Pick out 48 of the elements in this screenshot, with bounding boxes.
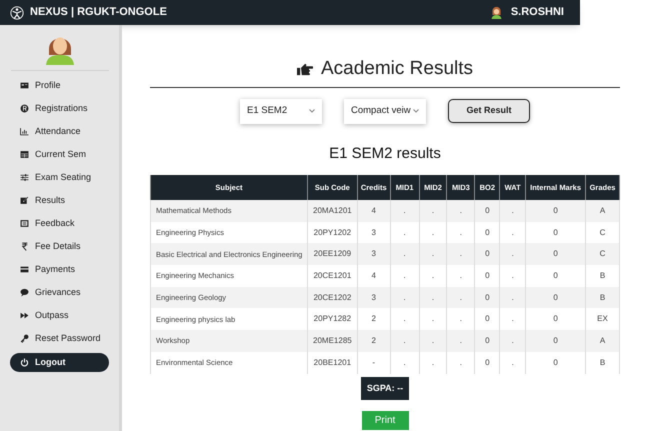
chart-icon	[20, 127, 29, 136]
edit-icon	[20, 196, 29, 205]
comment-icon	[20, 288, 29, 297]
caret-icon	[413, 109, 419, 113]
table-cell: .	[500, 352, 526, 374]
power-icon	[20, 358, 29, 367]
table-cell: 0	[474, 352, 500, 374]
get-result-button[interactable]: Get Result	[448, 99, 530, 123]
user-avatar-icon	[490, 6, 503, 19]
table-cell: .	[419, 352, 447, 374]
pointing-hand-icon	[296, 62, 313, 76]
table-cell: .	[446, 352, 475, 374]
sidebar-item[interactable]: Grievances	[10, 281, 109, 304]
table-cell: .	[390, 352, 420, 374]
sidebar-item[interactable]: Feedback	[10, 212, 109, 235]
registered-icon	[20, 104, 29, 113]
logo-icon	[10, 6, 24, 20]
brand-title: NEXUS | RGUKT-ONGOLE	[30, 5, 167, 20]
view-dropdown[interactable]: Compact veiw	[344, 98, 426, 124]
table-icon	[20, 150, 29, 159]
caret-icon	[309, 109, 315, 113]
rupee-icon	[20, 242, 29, 251]
list-icon	[20, 219, 29, 228]
id-card-icon	[20, 81, 29, 90]
page-title: Academic Results	[320, 57, 474, 81]
table-cell: -	[357, 352, 390, 374]
results-heading: E1 SEM2 results	[329, 144, 441, 164]
sidebar-item[interactable]: Logout	[10, 353, 109, 372]
sidebar-item[interactable]: Outpass	[10, 304, 109, 327]
sidebar-item[interactable]: Profile	[10, 74, 109, 97]
table-cell: B	[586, 352, 620, 374]
sidebar-item[interactable]: Registrations	[10, 97, 109, 120]
key-icon	[20, 334, 29, 343]
semester-dropdown[interactable]: E1 SEM2	[240, 98, 322, 124]
sidebar-item[interactable]: Exam Seating	[10, 166, 109, 189]
credit-card-icon	[20, 265, 29, 274]
table-cell: 0	[526, 352, 586, 374]
sidebar-item[interactable]: Payments	[10, 258, 109, 281]
sidebar-item[interactable]: Fee Details	[10, 235, 109, 258]
user-name: S.ROSHNI	[510, 5, 564, 20]
fast-forward-icon	[20, 311, 29, 320]
sidebar-item[interactable]: Reset Password	[10, 327, 109, 350]
sgpa-label: SGPA: --	[360, 376, 410, 400]
table-cell: 20BE1201	[307, 352, 358, 374]
sidebar-item[interactable]: Current Sem	[10, 143, 109, 166]
sliders-icon	[20, 173, 29, 182]
sidebar-item[interactable]: Attendance	[10, 120, 109, 143]
sidebar-item[interactable]: Results	[10, 189, 109, 212]
